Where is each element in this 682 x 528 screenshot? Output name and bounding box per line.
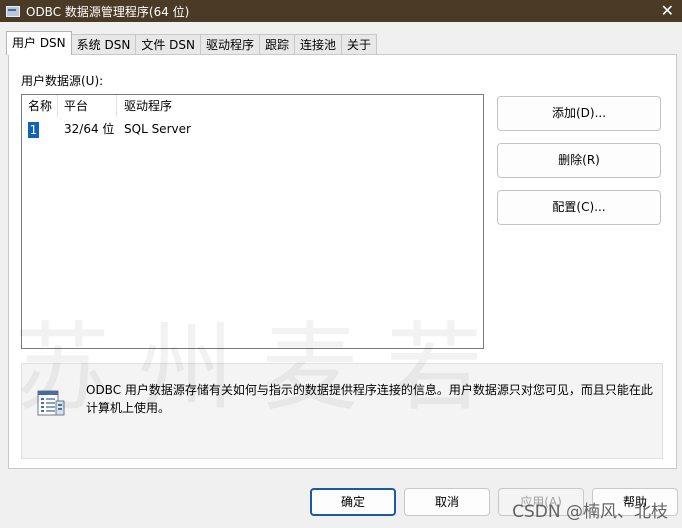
tab-drivers[interactable]: 驱动程序 <box>199 34 260 55</box>
column-header-name[interactable]: 名称 <box>22 95 58 117</box>
column-header-driver[interactable]: 驱动程序 <box>118 95 244 117</box>
list-item-driver: SQL Server <box>124 122 191 136</box>
tab-system-dsn[interactable]: 系统 DSN <box>70 34 137 55</box>
configure-button[interactable]: 配置(C)... <box>497 190 661 225</box>
column-header-platform[interactable]: 平台 <box>58 95 117 117</box>
tab-connection-pooling[interactable]: 连接池 <box>294 34 343 55</box>
ok-button[interactable]: 确定 <box>310 488 396 516</box>
tab-tracing[interactable]: 跟踪 <box>258 34 295 55</box>
info-description: ODBC 用户数据源存储有关如何与指示的数据提供程序连接的信息。用户数据源只对您… <box>86 383 653 415</box>
list-item-name: 1 <box>28 122 39 138</box>
add-button[interactable]: 添加(D)... <box>497 96 661 131</box>
tab-file-dsn[interactable]: 文件 DSN <box>135 34 201 55</box>
title-bar: ODBC 数据源管理程序(64 位) ✕ <box>0 0 682 22</box>
tab-about[interactable]: 关于 <box>341 34 378 55</box>
info-box: ODBC 用户数据源存储有关如何与指示的数据提供程序连接的信息。用户数据源只对您… <box>21 363 663 459</box>
close-icon[interactable]: ✕ <box>661 1 674 21</box>
tab-strip: 用户 DSN 系统 DSN 文件 DSN 驱动程序 跟踪 连接池 关于 <box>6 31 378 55</box>
tab-panel-user-dsn: 用户数据源(U): 名称 平台 驱动程序 1 32/64 位 SQL Serve… <box>8 54 677 469</box>
cancel-button[interactable]: 取消 <box>404 488 490 516</box>
tab-user-dsn[interactable]: 用户 DSN <box>6 31 72 55</box>
user-data-sources-label: 用户数据源(U): <box>21 74 104 88</box>
data-source-icon <box>37 390 65 416</box>
window-title: ODBC 数据源管理程序(64 位) <box>26 4 190 19</box>
odbc-app-icon <box>6 4 20 18</box>
csdn-watermark: CSDN @楠风、北枝 <box>512 502 668 522</box>
list-item[interactable]: 1 32/64 位 SQL Server <box>22 118 483 140</box>
list-item-platform: 32/64 位 <box>64 122 115 136</box>
list-header: 名称 平台 驱动程序 <box>22 95 483 117</box>
remove-button[interactable]: 删除(R) <box>497 143 661 178</box>
data-source-list[interactable]: 名称 平台 驱动程序 1 32/64 位 SQL Server <box>21 94 484 349</box>
